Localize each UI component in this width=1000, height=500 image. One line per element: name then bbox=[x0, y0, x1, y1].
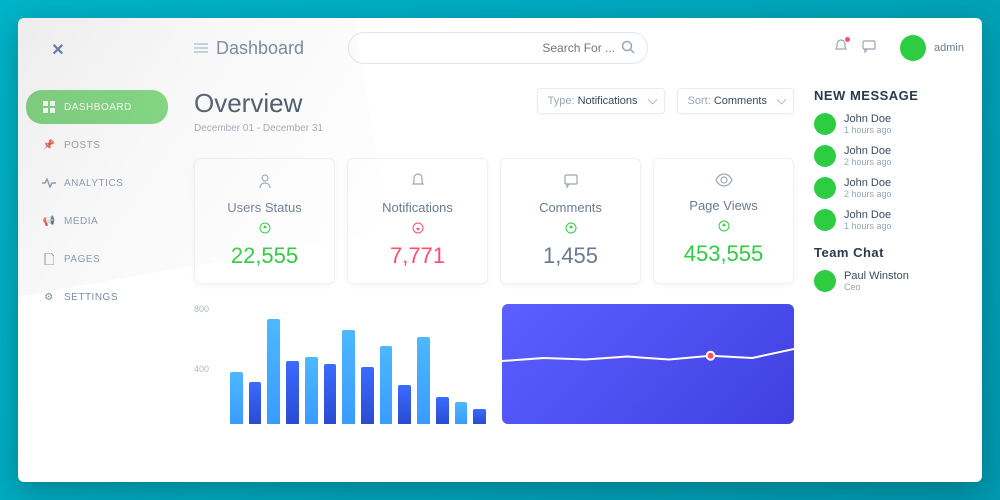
megaphone-icon: 📢 bbox=[42, 214, 56, 228]
bar bbox=[305, 357, 318, 425]
search-box[interactable] bbox=[348, 32, 648, 64]
y-tick: 800 bbox=[194, 304, 209, 314]
sidebar-item-media[interactable]: 📢 MEDIA bbox=[26, 204, 168, 238]
sidebar-item-analytics[interactable]: ANALYTICS bbox=[26, 166, 168, 200]
sidebar-item-label: PAGES bbox=[64, 254, 100, 265]
page-title: Overview bbox=[194, 88, 323, 119]
bar bbox=[380, 346, 393, 424]
bar bbox=[455, 402, 468, 425]
card-title: Page Views bbox=[662, 198, 785, 213]
notification-dot bbox=[845, 37, 850, 42]
bar bbox=[324, 364, 337, 424]
card-value: 7,771 bbox=[356, 243, 479, 269]
sidebar-item-pages[interactable]: PAGES bbox=[26, 242, 168, 276]
comment-icon bbox=[509, 173, 632, 194]
trend-icon bbox=[356, 221, 479, 239]
message-time: 2 hours ago bbox=[844, 189, 892, 199]
message-item[interactable]: John Doe 2 hours ago bbox=[814, 145, 964, 167]
bar-chart: 800 400 bbox=[194, 304, 486, 424]
user-menu[interactable]: admin bbox=[900, 35, 964, 61]
message-name: John Doe bbox=[844, 177, 892, 189]
sidebar: ✕ DASHBOARD 📌 POSTS ANALYTICS 📢 MEDIA PA… bbox=[18, 18, 176, 482]
sidebar-item-label: SETTINGS bbox=[64, 292, 118, 303]
trend-icon bbox=[203, 221, 326, 239]
bar bbox=[230, 372, 243, 425]
bar bbox=[286, 361, 299, 424]
message-time: 2 hours ago bbox=[844, 157, 892, 167]
hamburger-icon[interactable] bbox=[194, 43, 208, 53]
bar bbox=[267, 319, 280, 424]
card-value: 453,555 bbox=[662, 241, 785, 267]
sidebar-item-label: MEDIA bbox=[64, 216, 98, 227]
sidebar-item-dashboard[interactable]: DASHBOARD bbox=[26, 90, 168, 124]
avatar bbox=[814, 177, 836, 199]
sidebar-item-label: POSTS bbox=[64, 140, 100, 151]
sidebar-item-settings[interactable]: ⚙ SETTINGS bbox=[26, 280, 168, 314]
avatar bbox=[814, 113, 836, 135]
message-item[interactable]: John Doe 2 hours ago bbox=[814, 177, 964, 199]
stat-card: Users Status 22,555 bbox=[194, 158, 335, 284]
gear-icon: ⚙ bbox=[42, 290, 56, 304]
stat-card: Page Views 453,555 bbox=[653, 158, 794, 284]
teamchat-item[interactable]: Paul Winston Ceo bbox=[814, 270, 964, 292]
message-name: John Doe bbox=[844, 113, 892, 125]
messages-title: NEW MESSAGE bbox=[814, 88, 964, 103]
bell-icon bbox=[356, 173, 479, 194]
message-item[interactable]: John Doe 1 hours ago bbox=[814, 113, 964, 135]
avatar bbox=[900, 35, 926, 61]
card-value: 1,455 bbox=[509, 243, 632, 269]
dashboard-icon bbox=[42, 100, 56, 114]
bar bbox=[361, 367, 374, 424]
user-label: admin bbox=[934, 42, 964, 54]
bell-icon[interactable] bbox=[834, 39, 848, 58]
card-title: Notifications bbox=[356, 200, 479, 215]
bar bbox=[417, 337, 430, 424]
search-icon bbox=[621, 40, 635, 57]
message-item[interactable]: John Doe 1 hours ago bbox=[814, 209, 964, 231]
chat-icon[interactable] bbox=[862, 39, 876, 58]
teamchat-title: Team Chat bbox=[814, 245, 964, 260]
sidebar-item-label: ANALYTICS bbox=[64, 178, 123, 189]
bar bbox=[436, 397, 449, 424]
user-icon bbox=[203, 173, 326, 194]
card-title: Comments bbox=[509, 200, 632, 215]
page-icon bbox=[42, 252, 56, 266]
bar bbox=[398, 385, 411, 424]
topbar: Dashboard admin bbox=[194, 32, 964, 64]
sort-filter[interactable]: Sort: Comments bbox=[677, 88, 794, 114]
trend-icon bbox=[662, 219, 785, 237]
stat-card: Comments 1,455 bbox=[500, 158, 641, 284]
pin-icon: 📌 bbox=[42, 138, 56, 152]
teamchat-role: Ceo bbox=[844, 282, 909, 292]
brand: Dashboard bbox=[194, 38, 304, 59]
eye-icon bbox=[662, 173, 785, 192]
message-time: 1 hours ago bbox=[844, 221, 892, 231]
main-content: Dashboard admin bbox=[176, 18, 982, 482]
avatar bbox=[814, 145, 836, 167]
area-chart bbox=[502, 304, 794, 424]
bar bbox=[473, 409, 486, 424]
date-range: December 01 - December 31 bbox=[194, 123, 323, 134]
message-name: John Doe bbox=[844, 145, 892, 157]
trend-icon bbox=[509, 221, 632, 239]
type-filter[interactable]: Type: Notifications bbox=[537, 88, 665, 114]
card-value: 22,555 bbox=[203, 243, 326, 269]
message-time: 1 hours ago bbox=[844, 125, 892, 135]
search-input[interactable] bbox=[361, 41, 615, 55]
message-name: John Doe bbox=[844, 209, 892, 221]
sidebar-item-posts[interactable]: 📌 POSTS bbox=[26, 128, 168, 162]
stat-card: Notifications 7,771 bbox=[347, 158, 488, 284]
y-tick: 400 bbox=[194, 364, 209, 374]
brand-title: Dashboard bbox=[216, 38, 304, 59]
bar bbox=[342, 330, 355, 425]
close-icon[interactable]: ✕ bbox=[46, 38, 70, 62]
bar bbox=[249, 382, 262, 424]
pulse-icon bbox=[42, 176, 56, 190]
card-title: Users Status bbox=[203, 200, 326, 215]
sidebar-item-label: DASHBOARD bbox=[64, 102, 132, 113]
avatar bbox=[814, 209, 836, 231]
teamchat-name: Paul Winston bbox=[844, 270, 909, 282]
avatar bbox=[814, 270, 836, 292]
